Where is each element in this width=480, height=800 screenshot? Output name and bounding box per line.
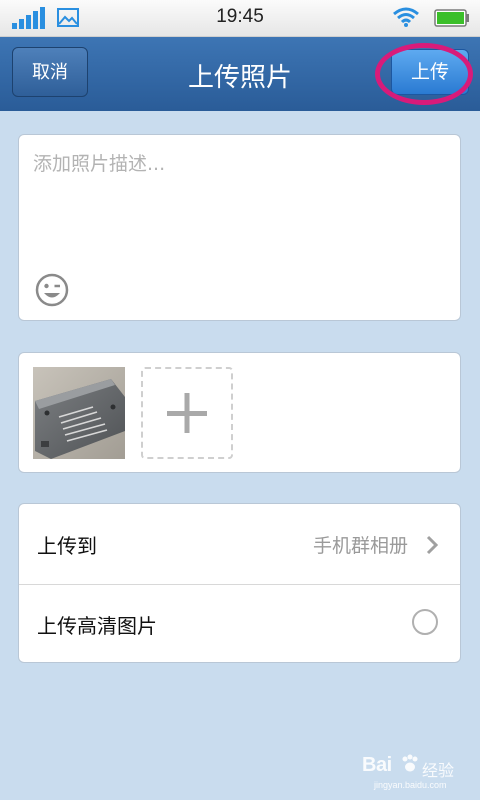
hd-upload-radio[interactable] (412, 609, 438, 635)
photo-thumbnail[interactable] (33, 367, 125, 459)
photo-description-field[interactable]: 添加照片描述... (18, 134, 461, 321)
paw-icon (402, 754, 418, 772)
status-bar: 19:45 (0, 0, 480, 37)
add-photo-button[interactable] (141, 367, 233, 459)
smiley-wink-icon[interactable] (35, 273, 69, 307)
description-placeholder: 添加照片描述... (33, 153, 166, 175)
upload-to-value: 手机群相册 (312, 535, 408, 557)
chevron-right-icon (426, 535, 438, 555)
battery-icon (434, 9, 469, 27)
upload-settings-list: 上传到 手机群相册 上传高清图片 (18, 503, 461, 663)
wifi-icon (393, 7, 419, 27)
watermark-jingyan: 经验 (422, 761, 455, 780)
upload-button[interactable]: 上传 (391, 49, 469, 95)
watermark-url: jingyan.baidu.com (374, 780, 447, 790)
title-bar: 取消 上传照片 上传 (0, 37, 480, 111)
upload-to-label: 上传到 (37, 534, 97, 558)
baidu-jingyan-watermark: Bai 经验 jingyan.baidu.com (362, 748, 478, 792)
photo-picker (18, 352, 461, 473)
hd-upload-label: 上传高清图片 (37, 614, 157, 638)
hd-upload-row[interactable]: 上传高清图片 (19, 584, 460, 664)
plus-icon (167, 393, 207, 433)
upload-to-row[interactable]: 上传到 手机群相册 (19, 504, 460, 585)
watermark-brand: Bai (362, 754, 392, 776)
